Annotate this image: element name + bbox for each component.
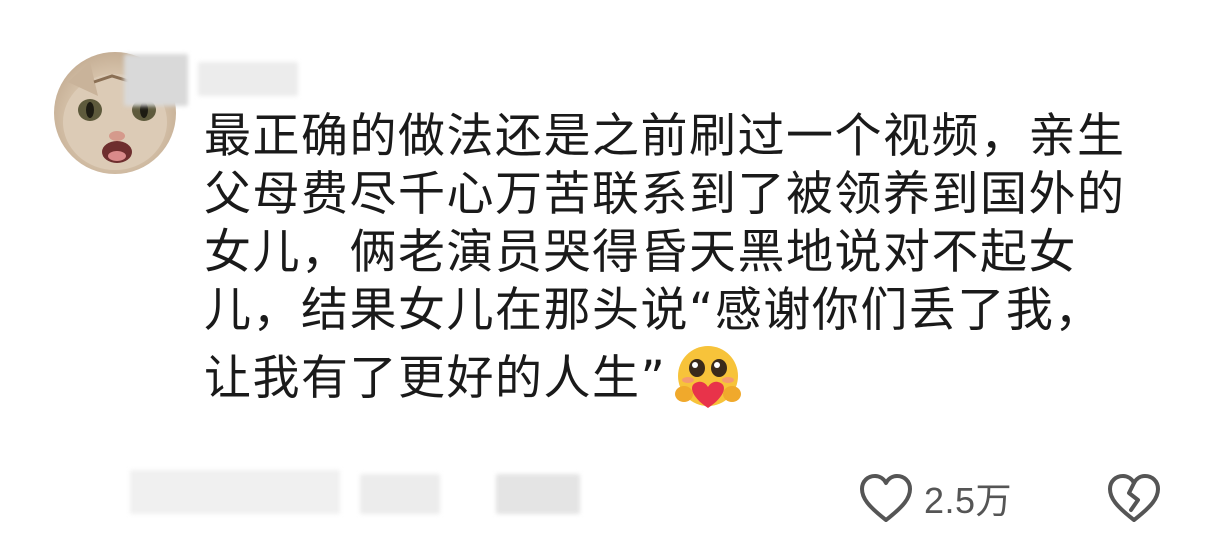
comment-line: 最正确的做法还是之前刷过一个视频，亲生 (204, 109, 1126, 164)
comment-line: 女儿，俩老演员哭得昏天黑地说对不起女 (204, 225, 1077, 280)
comment-line-text: 让我有了更好的人生” (204, 351, 667, 406)
hugging-heart-emoji-icon (670, 340, 746, 416)
broken-heart-icon (1108, 474, 1160, 522)
comment-line: 父母费尽千心万苦联系到了被领养到国外的 (204, 167, 1126, 222)
comment-text: 最正确的做法还是之前刷过一个视频，亲生 父母费尽千心万苦联系到了被领养到国外的 … (204, 108, 1164, 416)
like-count: 2.5万 (924, 480, 1013, 521)
comment-line: 让我有了更好的人生” (204, 340, 1164, 416)
comment-item: 最正确的做法还是之前刷过一个视频，亲生 父母费尽千心万苦联系到了被领养到国外的 … (0, 0, 1224, 556)
dislike-button[interactable] (1106, 470, 1162, 526)
like-button[interactable]: 2.5万 (858, 470, 1012, 526)
comment-line: 儿，结果女儿在那头说“感谢你们丢了我， (204, 283, 1103, 338)
heart-outline-icon[interactable] (858, 472, 914, 524)
